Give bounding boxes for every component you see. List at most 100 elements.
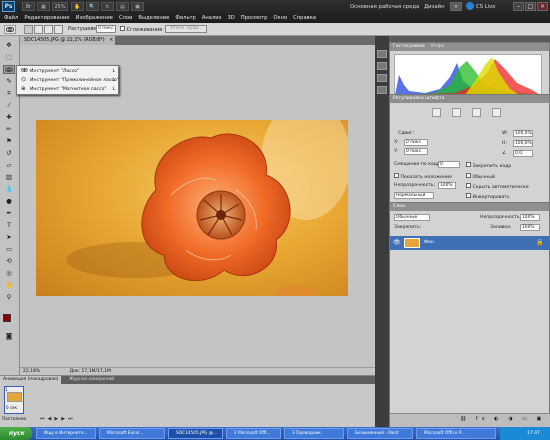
zoom-status[interactable]: 22,18%	[23, 369, 40, 374]
menu-view[interactable]: Просмотр	[241, 15, 268, 21]
playback-controls[interactable]: ⏮◀▶▶⏭	[40, 416, 76, 422]
y-input[interactable]: 0 пикс.	[404, 148, 428, 155]
rotate-view-icon[interactable]: ↻	[101, 2, 114, 11]
menu-select[interactable]: Выделение	[138, 15, 169, 21]
menu-filter[interactable]: Фильтр	[175, 15, 196, 21]
cs-live-icon[interactable]	[466, 2, 474, 10]
zoom-tool-icon[interactable]: 🔍	[86, 2, 99, 11]
loop-select[interactable]: Постоянно	[2, 417, 26, 422]
show-mask-checkbox[interactable]	[394, 173, 399, 178]
doc-size-status[interactable]: Док: 17,1M/17,1M	[70, 369, 111, 374]
flyout-item-magnetic-lasso[interactable]: ⊕ Инструмент "Магнитное лассо" L	[21, 85, 117, 94]
character-panel-icon[interactable]	[377, 74, 387, 82]
minimize-button[interactable]: –	[513, 2, 524, 11]
h-input[interactable]: 100,0%	[513, 140, 533, 147]
task-explorer[interactable]: 3 Проводник	[284, 428, 344, 439]
start-button[interactable]: пуск	[0, 427, 32, 440]
menu-help[interactable]: Справка	[293, 15, 316, 21]
pen-tool-icon[interactable]: ✒	[3, 209, 15, 218]
foreground-color-swatch[interactable]	[3, 314, 11, 322]
document-image[interactable]	[36, 120, 348, 296]
menu-layers[interactable]: Слои	[119, 15, 132, 21]
new-selection-icon[interactable]	[24, 25, 33, 34]
task-paint[interactable]: Безымянный - Paint	[347, 428, 413, 439]
menu-analysis[interactable]: Анализ	[202, 15, 222, 21]
healing-brush-icon[interactable]: ✚	[3, 113, 15, 122]
clock[interactable]: 17:47	[527, 431, 540, 436]
subtract-selection-icon[interactable]	[44, 25, 53, 34]
quick-select-tool-icon[interactable]: ✎	[3, 77, 15, 86]
paragraph-panel-icon[interactable]	[377, 86, 387, 94]
menu-edit[interactable]: Редактирование	[24, 15, 69, 21]
antialias-checkbox[interactable]	[120, 26, 125, 31]
align-right-icon[interactable]	[472, 108, 481, 117]
blur-tool-icon[interactable]: 💧	[3, 185, 15, 194]
minibridge-icon[interactable]: ▦	[37, 2, 50, 11]
invert-option[interactable]: Инвертировать	[466, 193, 510, 200]
path-select-icon[interactable]: ➤	[3, 233, 15, 242]
lock-frame-option[interactable]: Закрепить кадр	[466, 162, 511, 169]
task-office[interactable]: 2 Microsoft Offi...	[226, 428, 281, 439]
align-justify-icon[interactable]	[492, 108, 501, 117]
hand-tool-panel-icon[interactable]: ✋	[3, 281, 15, 290]
fill-input[interactable]: 100%	[520, 224, 540, 231]
3d-orbit-icon[interactable]: ◎	[3, 269, 15, 278]
layer-opacity-input[interactable]: 100%	[520, 214, 540, 221]
w-input[interactable]: 100,0%	[513, 130, 533, 137]
align-left-icon[interactable]	[432, 108, 441, 117]
tab-animation[interactable]: Анимация (покадровая)	[0, 376, 62, 384]
zoom-tool-panel-icon[interactable]: ⚲	[3, 293, 15, 302]
zoom-level-dropdown[interactable]: 25%	[52, 2, 68, 11]
actions-panel-icon[interactable]	[377, 62, 387, 70]
menu-3d[interactable]: 3D	[227, 15, 234, 21]
workspace-design[interactable]: Дизайн	[424, 4, 445, 10]
menu-file[interactable]: Файл	[4, 15, 18, 21]
frame-delay[interactable]: 0 сек.	[6, 405, 18, 410]
show-mask-option[interactable]: Показать наложение	[394, 173, 452, 180]
close-tab-icon[interactable]: ×	[109, 38, 113, 43]
cs-live-label[interactable]: CS Live	[476, 4, 496, 10]
shape-tool-icon[interactable]: ▭	[3, 245, 15, 254]
gradient-tool-icon[interactable]: ▥	[3, 173, 15, 182]
auto-hide-option[interactable]: Скрыть автоматически	[466, 183, 529, 190]
history-panel-icon[interactable]	[377, 50, 387, 58]
tab-measurement-log[interactable]: Журнал измерений	[66, 376, 117, 384]
blend-mode-select[interactable]: Обычные	[394, 214, 430, 221]
screen-mode-icon[interactable]: ▣	[131, 2, 144, 11]
invert-checkbox[interactable]	[466, 193, 471, 198]
bridge-icon[interactable]: Br	[22, 2, 35, 11]
more-workspaces-button[interactable]: »	[450, 2, 462, 11]
eyedropper-tool-icon[interactable]: ⁄	[3, 101, 15, 110]
flyout-item-polygonal-lasso[interactable]: ⌬ Инструмент "Прямолинейное лассо" L	[21, 76, 119, 85]
task-photoshop[interactable]: SDC14505.JPG @...	[168, 428, 223, 439]
quick-mask-icon[interactable]: ◙	[3, 332, 15, 341]
clone-stamp-icon[interactable]: ⚑	[3, 137, 15, 146]
x-input[interactable]: 0 пикс.	[404, 139, 428, 146]
align-center-icon[interactable]	[452, 108, 461, 117]
hand-tool-icon[interactable]: ✋	[71, 2, 84, 11]
menu-window[interactable]: Окно	[273, 15, 287, 21]
type-tool-icon[interactable]: T	[3, 221, 15, 230]
arrange-documents-icon[interactable]: ▤	[116, 2, 129, 11]
layers-panel-header[interactable]: Слои	[390, 203, 549, 211]
add-selection-icon[interactable]	[34, 25, 43, 34]
opacity-input[interactable]: 100%	[438, 182, 456, 189]
auto-hide-checkbox[interactable]	[466, 183, 471, 188]
close-button[interactable]: ×	[537, 2, 548, 11]
maximize-button[interactable]: □	[525, 2, 536, 11]
move-tool-icon[interactable]: ✥	[3, 41, 15, 50]
lock-frame-checkbox[interactable]	[466, 162, 471, 167]
workspace-essentials[interactable]: Основная рабочая среда	[350, 4, 419, 10]
intersect-selection-icon[interactable]	[54, 25, 63, 34]
menu-image[interactable]: Изображение	[76, 15, 113, 21]
brush-tool-icon[interactable]: ✏	[3, 125, 15, 134]
visibility-eye-icon[interactable]: 👁	[393, 239, 401, 246]
task-excel[interactable]: Microsoft Excel...	[99, 428, 165, 439]
lasso-tool-icon[interactable]: ↂ	[3, 65, 15, 74]
crop-tool-icon[interactable]: ⌗	[3, 89, 15, 98]
flyout-item-lasso[interactable]: ↂ Инструмент "Лассо" L	[21, 67, 117, 76]
normal-checkbox[interactable]	[466, 173, 471, 178]
mode-select[interactable]: Нормальный	[394, 192, 434, 199]
task-internet[interactable]: Ищу в Интернете...	[36, 428, 96, 439]
history-brush-icon[interactable]: ↺	[3, 149, 15, 158]
